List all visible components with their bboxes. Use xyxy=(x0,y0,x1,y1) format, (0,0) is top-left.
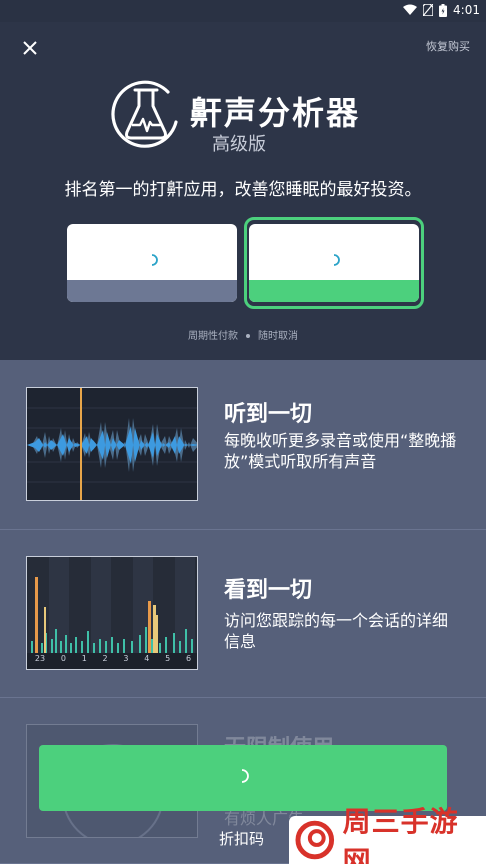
loading-spinner-icon xyxy=(151,254,158,266)
separator-dot xyxy=(246,334,250,338)
status-bar: 4:01 xyxy=(0,0,486,22)
paywall-header: 恢复购买 鼾声分析器 高级版 排名第一的打鼾应用，改善您睡眠的最好投资。 周期性… xyxy=(0,22,486,360)
wifi-icon xyxy=(403,4,418,15)
plan-option-left[interactable] xyxy=(67,224,237,302)
tick-label: 6 xyxy=(185,654,192,663)
waveform-thumbnail xyxy=(26,387,198,501)
plan-left-footer xyxy=(67,280,237,302)
site-watermark: 周三手游网 xyxy=(289,805,486,864)
tagline: 排名第一的打鼾应用，改善您睡眠的最好投资。 xyxy=(64,180,422,200)
chart-tick-labels: 23 0 1 2 3 4 5 6 xyxy=(27,654,197,663)
tick-label: 2 xyxy=(102,654,108,663)
feature-description: 每晚收听更多录音或使用“整晚播放”模式听取所有声音 xyxy=(224,431,457,471)
flask-logo-icon xyxy=(111,80,178,148)
feature-description: 访问您跟踪的每一个会话的详细信息 xyxy=(224,611,449,651)
tick-label: 0 xyxy=(60,654,66,663)
watermark-logo-icon xyxy=(295,820,335,860)
tick-label: 5 xyxy=(165,654,171,663)
battery-icon xyxy=(439,3,448,17)
tick-label: 4 xyxy=(144,654,150,663)
feature-see-everything: 23 0 1 2 3 4 5 6 看到一切 访问您跟踪的每一个会话的详细信息 xyxy=(0,530,486,698)
sleep-chart-thumbnail: 23 0 1 2 3 4 5 6 xyxy=(26,556,198,670)
billing-recurring: 周期性付款 xyxy=(188,331,238,342)
tick-label: 1 xyxy=(81,654,87,663)
feature-title: 听到一切 xyxy=(224,402,313,427)
waveform-graphic xyxy=(27,388,197,500)
restore-purchase-link[interactable]: 恢复购买 xyxy=(426,38,470,54)
feature-hear-everything: 听到一切 每晚收听更多录音或使用“整晚播放”模式听取所有声音 xyxy=(0,360,486,530)
close-button[interactable] xyxy=(18,36,42,60)
tick-label: 3 xyxy=(123,654,129,663)
app-title: 鼾声分析器 xyxy=(190,94,361,132)
billing-note: 周期性付款 随时取消 xyxy=(0,327,486,342)
feature-title: 看到一切 xyxy=(224,578,313,603)
watermark-text: 周三手游网 xyxy=(342,805,459,864)
plan-right-footer xyxy=(249,280,419,302)
plan-option-right-selected[interactable] xyxy=(249,224,419,302)
close-icon xyxy=(23,41,37,55)
loading-spinner-icon xyxy=(333,254,340,266)
app-subtitle: 高级版 xyxy=(212,134,266,155)
loading-spinner-icon xyxy=(241,769,249,783)
billing-cancel: 随时取消 xyxy=(258,331,298,342)
no-sim-icon xyxy=(423,4,434,16)
discount-code-link[interactable]: 折扣码 xyxy=(219,828,264,849)
tick-label: 23 xyxy=(34,654,46,663)
status-icons: 4:01 xyxy=(403,3,480,17)
status-time: 4:01 xyxy=(453,3,480,17)
